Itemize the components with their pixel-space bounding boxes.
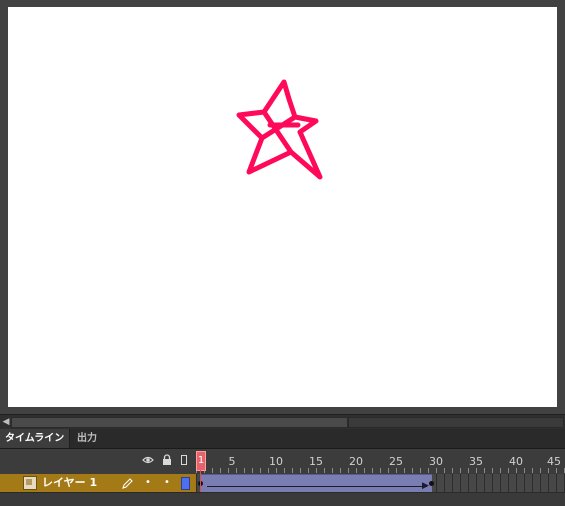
layer-icon xyxy=(23,476,37,490)
scrollbar-thumb[interactable] xyxy=(11,417,348,428)
ruler-label: 20 xyxy=(349,455,363,468)
layer-row[interactable]: レイヤー 1 • • xyxy=(0,474,196,492)
timeline-header: 5 10 15 20 25 30 35 40 45 xyxy=(0,449,565,473)
layer-outline-color-swatch[interactable] xyxy=(181,477,190,490)
layer-name[interactable]: レイヤー 1 xyxy=(42,474,97,492)
keyframe-end[interactable] xyxy=(429,481,434,486)
visibility-dot-icon[interactable]: • xyxy=(142,476,154,490)
outline-icon[interactable] xyxy=(178,453,190,467)
ruler-label: 35 xyxy=(469,455,483,468)
tab-output[interactable]: 出力 xyxy=(72,429,102,448)
panel-tab-bar: タイムライン 出力 xyxy=(0,429,565,449)
tab-timeline[interactable]: タイムライン xyxy=(0,429,71,448)
tween-arrowhead-icon: ▶ xyxy=(422,481,429,491)
ruler-label: 45 xyxy=(547,455,561,468)
lock-dot-icon[interactable]: • xyxy=(161,476,173,490)
scrollbar-track[interactable] xyxy=(348,417,564,428)
pencil-icon xyxy=(121,476,133,490)
star-drawing[interactable] xyxy=(8,7,557,407)
stage-area xyxy=(0,0,565,415)
ruler-label: 5 xyxy=(228,455,236,468)
scroll-left-arrow-icon[interactable]: ◀ xyxy=(1,417,11,427)
lock-icon[interactable] xyxy=(161,453,173,467)
ruler-label: 10 xyxy=(269,455,283,468)
ruler-label: 30 xyxy=(429,455,443,468)
ruler-label: 40 xyxy=(509,455,523,468)
motion-tween-span[interactable] xyxy=(200,474,432,493)
tween-arrow-line xyxy=(207,486,427,487)
playhead[interactable]: 1 xyxy=(196,451,206,471)
eye-icon[interactable] xyxy=(142,453,154,467)
ruler-label: 15 xyxy=(309,455,323,468)
ruler-label: 25 xyxy=(389,455,403,468)
stage-canvas[interactable] xyxy=(8,7,557,407)
timeline-footer xyxy=(0,492,565,506)
stage-horizontal-scrollbar[interactable]: ◀ xyxy=(0,414,565,429)
ruler-ticks xyxy=(196,468,565,473)
